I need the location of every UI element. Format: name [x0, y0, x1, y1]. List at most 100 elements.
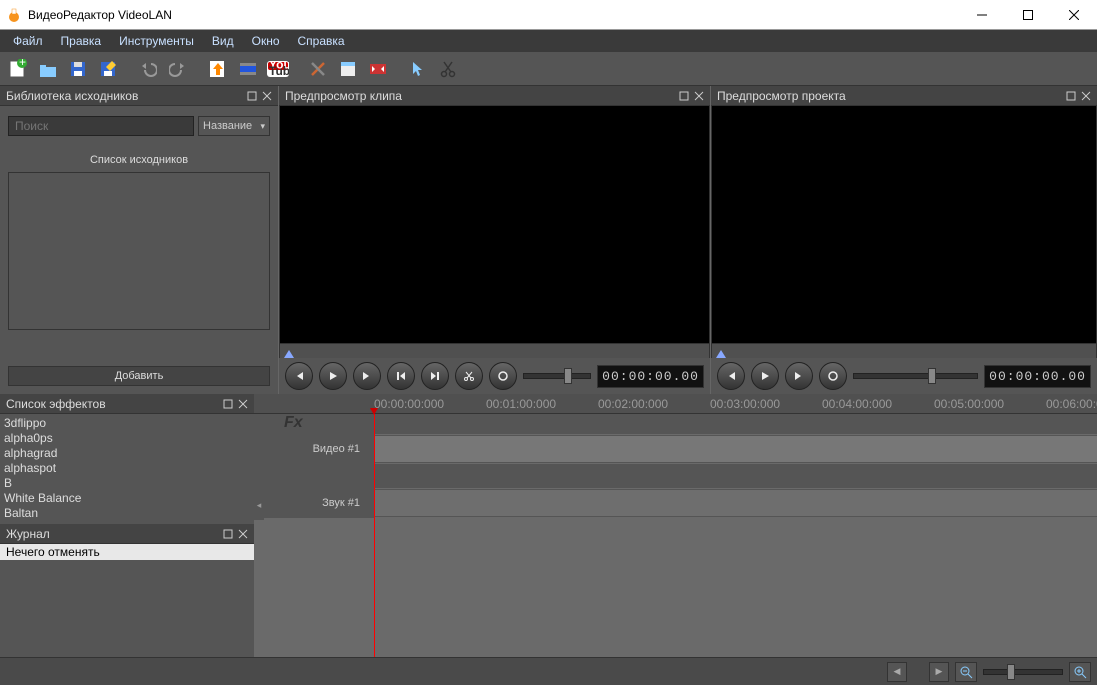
minimize-button[interactable] — [959, 0, 1005, 29]
collapse-handle[interactable]: ◂ — [254, 490, 264, 520]
select-tool-button[interactable] — [404, 55, 432, 83]
library-panel: Библиотека исходников Название Список ис… — [0, 86, 278, 394]
ruler-stamp: 00:03:00:000 — [710, 397, 780, 411]
settings-button[interactable] — [304, 55, 332, 83]
save-button[interactable] — [64, 55, 92, 83]
sort-select[interactable]: Название — [198, 116, 270, 136]
menu-file[interactable]: Файл — [4, 32, 52, 50]
proj-stop-button[interactable] — [819, 362, 847, 390]
maximize-button[interactable] — [1005, 0, 1051, 29]
proj-next-button[interactable] — [785, 362, 813, 390]
clip-timecode: 00:00:00.00 — [597, 365, 704, 388]
add-button[interactable]: Добавить — [8, 366, 270, 386]
clip-preview-panel: Предпросмотр клипа 00:00:00.00 — [278, 86, 710, 394]
journal-panel-title: Журнал — [6, 527, 50, 541]
menu-edit[interactable]: Правка — [52, 32, 111, 50]
render-button[interactable] — [364, 55, 392, 83]
ruler-stamp: 00:01:00:000 — [486, 397, 556, 411]
source-list[interactable] — [8, 172, 270, 330]
detach-icon[interactable] — [245, 89, 259, 103]
menu-tools[interactable]: Инструменты — [110, 32, 203, 50]
menubar: Файл Правка Инструменты Вид Окно Справка — [0, 30, 1097, 52]
journal-item[interactable]: Нечего отменять — [0, 544, 254, 560]
fx-item[interactable]: B — [4, 476, 250, 491]
window-title: ВидеоРедактор VideoLAN — [28, 8, 959, 22]
fx-item[interactable]: 3dflippo — [4, 416, 250, 431]
fx-drop-icon[interactable]: Fx — [284, 414, 314, 432]
svg-text:Tube: Tube — [269, 64, 289, 77]
undo-button[interactable] — [134, 55, 162, 83]
clip-cut-button[interactable] — [455, 362, 483, 390]
ruler-stamp: 00:06:00:000 — [1046, 397, 1097, 411]
statusbar: ◀ ▶ — [0, 657, 1097, 685]
fx-item[interactable]: alphaspot — [4, 461, 250, 476]
close-icon[interactable] — [260, 89, 274, 103]
zoom-slider[interactable] — [983, 669, 1063, 675]
journal-list[interactable]: Нечего отменять — [0, 544, 254, 657]
fx-item[interactable]: White Balance — [4, 491, 250, 506]
scroll-right-button[interactable]: ▶ — [929, 662, 949, 682]
main-toolbar: + YouTube — [0, 52, 1097, 86]
redo-button[interactable] — [164, 55, 192, 83]
clip-next-button[interactable] — [353, 362, 381, 390]
video-track-label[interactable]: Видео #1 — [254, 434, 374, 464]
ruler-stamp: 00:04:00:000 — [822, 397, 892, 411]
clip-button[interactable] — [234, 55, 262, 83]
close-button[interactable] — [1051, 0, 1097, 29]
menu-help[interactable]: Справка — [289, 32, 354, 50]
proj-volume-slider[interactable] — [853, 373, 978, 379]
clip-prev-button[interactable] — [285, 362, 313, 390]
close-icon[interactable] — [692, 89, 706, 103]
import-button[interactable] — [204, 55, 232, 83]
open-button[interactable] — [34, 55, 62, 83]
detach-icon[interactable] — [677, 89, 691, 103]
clip-preview-title: Предпросмотр клипа — [285, 89, 402, 103]
clip-marker-strip[interactable] — [279, 344, 710, 358]
library-title: Библиотека исходников — [6, 89, 138, 103]
menu-view[interactable]: Вид — [203, 32, 243, 50]
zoom-out-button[interactable] — [955, 662, 977, 682]
close-icon[interactable] — [236, 527, 250, 541]
source-list-label: Список исходников — [8, 154, 270, 166]
project-preview-viewer[interactable] — [711, 106, 1097, 344]
proj-prev-button[interactable] — [717, 362, 745, 390]
timeline-panel: 00:00:00:000 00:01:00:000 00:02:00:000 0… — [254, 394, 1097, 657]
detach-icon[interactable] — [221, 527, 235, 541]
close-icon[interactable] — [236, 397, 250, 411]
zoom-in-button[interactable] — [1069, 662, 1091, 682]
clip-play-button[interactable] — [319, 362, 347, 390]
detach-icon[interactable] — [221, 397, 235, 411]
audio-track-label[interactable]: Звук #1 — [254, 488, 374, 518]
save-as-button[interactable] — [94, 55, 122, 83]
project-marker-strip[interactable] — [711, 344, 1097, 358]
proj-play-button[interactable] — [751, 362, 779, 390]
clip-stop-button[interactable] — [489, 362, 517, 390]
svg-text:+: + — [19, 59, 26, 69]
close-icon[interactable] — [1079, 89, 1093, 103]
clip-out-button[interactable] — [421, 362, 449, 390]
fx-list[interactable]: 3dflippo alpha0ps alphagrad alphaspot B … — [0, 414, 254, 524]
proj-timecode: 00:00:00.00 — [984, 365, 1091, 388]
clip-in-button[interactable] — [387, 362, 415, 390]
titlebar: ВидеоРедактор VideoLAN — [0, 0, 1097, 30]
detach-icon[interactable] — [1064, 89, 1078, 103]
props-button[interactable] — [334, 55, 362, 83]
clip-volume-slider[interactable] — [523, 373, 591, 379]
menu-window[interactable]: Окно — [243, 32, 289, 50]
video-track[interactable] — [374, 435, 1097, 463]
clip-preview-viewer[interactable] — [279, 106, 710, 344]
timeline-ruler[interactable]: 00:00:00:000 00:01:00:000 00:02:00:000 0… — [254, 394, 1097, 414]
scroll-left-button[interactable]: ◀ — [887, 662, 907, 682]
fx-item[interactable]: alphagrad — [4, 446, 250, 461]
project-preview-panel: Предпросмотр проекта 00:00:00.00 — [710, 86, 1097, 394]
audio-track[interactable] — [374, 489, 1097, 517]
playhead[interactable] — [374, 414, 375, 657]
new-button[interactable]: + — [4, 55, 32, 83]
ruler-stamp: 00:05:00:000 — [934, 397, 1004, 411]
fx-panel-title: Список эффектов — [6, 397, 106, 411]
cut-tool-button[interactable] — [434, 55, 462, 83]
fx-item[interactable]: alpha0ps — [4, 431, 250, 446]
search-input[interactable] — [8, 116, 194, 136]
fx-item[interactable]: Baltan — [4, 506, 250, 521]
youtube-button[interactable]: YouTube — [264, 55, 292, 83]
